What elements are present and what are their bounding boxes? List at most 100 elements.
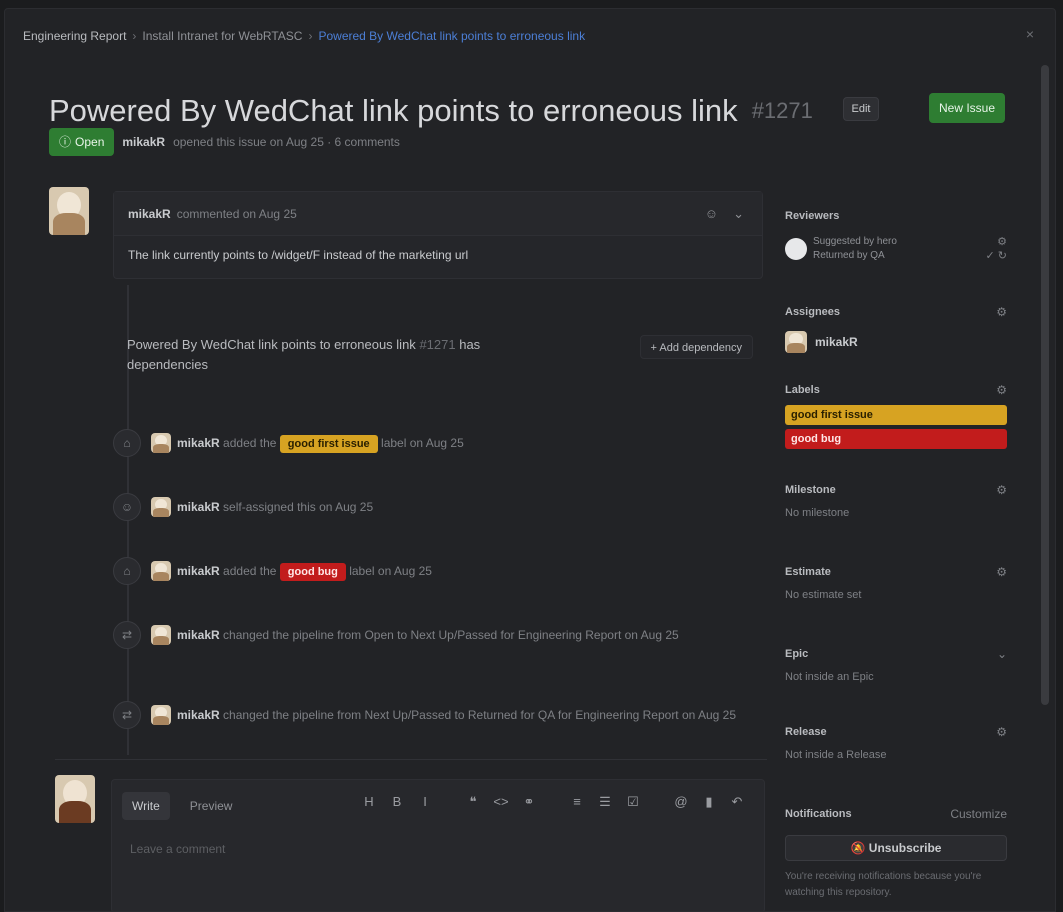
avatar[interactable] [151,625,171,645]
reply-icon[interactable]: ↶ [728,794,746,810]
comment-body: The link currently points to /widget/F i… [128,248,469,262]
issue-window: Engineering Report › Install Intranet fo… [4,8,1056,912]
code-icon[interactable]: <> [492,794,510,810]
dependency-issue-title[interactable]: Powered By WedChat link points to errone… [127,337,416,352]
chevron-down-icon[interactable]: ⌄ [997,647,1007,661]
edit-button[interactable]: Edit [843,97,879,121]
avatar[interactable] [49,187,89,235]
event-user[interactable]: mikakR [177,500,220,514]
add-dependency-label: Add dependency [659,342,742,354]
breadcrumb-team[interactable]: Engineering Report [23,29,126,43]
comment: mikakR commented on Aug 25 ☺ ⌄ The link … [113,191,763,279]
tab-write[interactable]: Write [122,792,170,820]
sidebar-heading: Estimate [785,566,831,578]
top-bar: Engineering Report › Install Intranet fo… [5,9,1055,61]
customize-link[interactable]: Customize [950,807,1007,821]
sidebar-reviewers: Reviewers Suggested by hero Returned by … [785,205,1007,301]
gear-icon[interactable]: ⚙ [996,725,1007,739]
mention-icon[interactable]: @ [672,794,690,810]
gear-icon[interactable]: ⚙ [996,305,1007,319]
editor-tabs: Write Preview [122,792,242,820]
avatar[interactable] [151,561,171,581]
numbered-list-icon[interactable]: ☰ [596,794,614,810]
label-badge[interactable]: good first issue [785,405,1007,425]
attach-icon[interactable]: ▮ [700,794,718,810]
breadcrumb-project[interactable]: Install Intranet for WebRTASC [142,29,302,43]
unsubscribe-label: Unsubscribe [868,841,942,855]
status-label: Open [75,135,105,149]
label-badge[interactable]: good first issue [279,435,378,453]
bullet-list-icon[interactable]: ≡ [568,794,586,810]
heading-icon[interactable]: H [360,794,378,810]
chevron-down-icon[interactable]: ⌄ [733,206,744,222]
gear-icon[interactable]: ⚙ [996,565,1007,579]
add-dependency-button[interactable]: + Add dependency [639,335,753,359]
notification-hint: You're receiving notifications because y… [785,871,982,898]
event-user[interactable]: mikakR [177,436,220,450]
sidebar-heading: Release [785,726,827,738]
title-row: Powered By WedChat link points to errone… [49,89,1005,133]
event-user[interactable]: mikakR [177,628,220,642]
quote-icon[interactable]: ❝ [464,794,482,810]
new-issue-button[interactable]: New Issue [929,93,1005,123]
timeline-event: ⇄ mikakR changed the pipeline from Next … [113,701,773,729]
event-description-suffix: label on Aug 25 [349,564,432,578]
issue-number: #1271 [751,98,813,123]
link-icon[interactable]: ⚭ [520,794,538,810]
comment-input[interactable]: Leave a comment [130,842,225,856]
event-text: mikakR self-assigned this on Aug 25 [177,493,373,517]
check-icon: ✓ ↻ [985,250,1008,262]
scrollbar[interactable] [1041,65,1049,705]
issue-meta: ⓘ Open mikakR opened this issue on Aug 2… [49,128,400,156]
avatar[interactable] [151,497,171,517]
plus-icon: + [650,342,657,354]
event-description: added the [223,436,277,450]
event-user[interactable]: mikakR [177,708,220,722]
comment-author[interactable]: mikakR [128,207,171,221]
comment-timestamp: commented on Aug 25 [176,206,297,221]
unsubscribe-button[interactable]: 🔕 Unsubscribe [785,835,1007,861]
avatar[interactable] [55,775,95,823]
label-badge[interactable]: good bug [785,429,1007,449]
avatar[interactable] [785,238,807,260]
tab-preview[interactable]: Preview [180,792,243,820]
bell-icon: 🔕 [850,841,866,855]
gear-icon[interactable]: ⚙ [986,235,1007,249]
assignee-name[interactable]: mikakR [815,335,858,349]
sidebar-labels: Labels ⚙ good first issue good bug [785,379,1007,479]
editor-toolbar: H B I ❝ <> ⚭ ≡ ☰ ☑ @ ▮ ↶ [360,794,746,810]
sidebar: Reviewers Suggested by hero Returned by … [785,205,1007,901]
sidebar-heading: Epic [785,648,809,660]
event-user[interactable]: mikakR [177,564,220,578]
bold-icon[interactable]: B [388,794,406,810]
pipeline-icon: ⇄ [113,701,141,729]
gear-icon[interactable]: ⚙ [996,383,1007,397]
author-link[interactable]: mikakR [122,135,165,149]
sidebar-release: Release ⚙ Not inside a Release [785,721,1007,803]
sidebar-assignees: Assignees ⚙ mikakR [785,301,1007,379]
comment-header: mikakR commented on Aug 25 ☺ ⌄ [114,192,762,236]
sidebar-milestone: Milestone ⚙ No milestone [785,479,1007,561]
tag-icon: ⌂ [113,557,141,585]
reaction-icon[interactable]: ☺ [705,206,718,221]
task-list-icon[interactable]: ☑ [624,794,642,810]
sidebar-heading: Assignees [785,306,841,318]
avatar[interactable] [151,705,171,725]
italic-icon[interactable]: I [416,794,434,810]
avatar[interactable] [151,433,171,453]
pipeline-icon: ⇄ [113,621,141,649]
timeline-event: ⌂ mikakR added the good first issue labe… [113,429,773,457]
gear-icon[interactable]: ⚙ [996,483,1007,497]
timeline-event: ⌂ mikakR added the good bug label on Aug… [113,557,773,585]
event-text: mikakR changed the pipeline from Next Up… [177,701,773,725]
event-text: mikakR added the good first issue label … [177,429,464,453]
sidebar-heading: Notifications [785,808,852,820]
dependency-title: Powered By WedChat link points to errone… [127,335,547,375]
avatar[interactable] [785,331,807,353]
dependency-box: Powered By WedChat link points to errone… [113,319,763,379]
status-badge: ⓘ Open [49,128,115,156]
breadcrumb-current[interactable]: Powered By WedChat link points to errone… [318,29,585,43]
label-badge[interactable]: good bug [279,563,346,581]
dependency-issue-number: #1271 [419,337,456,352]
close-icon[interactable]: × [1023,27,1037,41]
